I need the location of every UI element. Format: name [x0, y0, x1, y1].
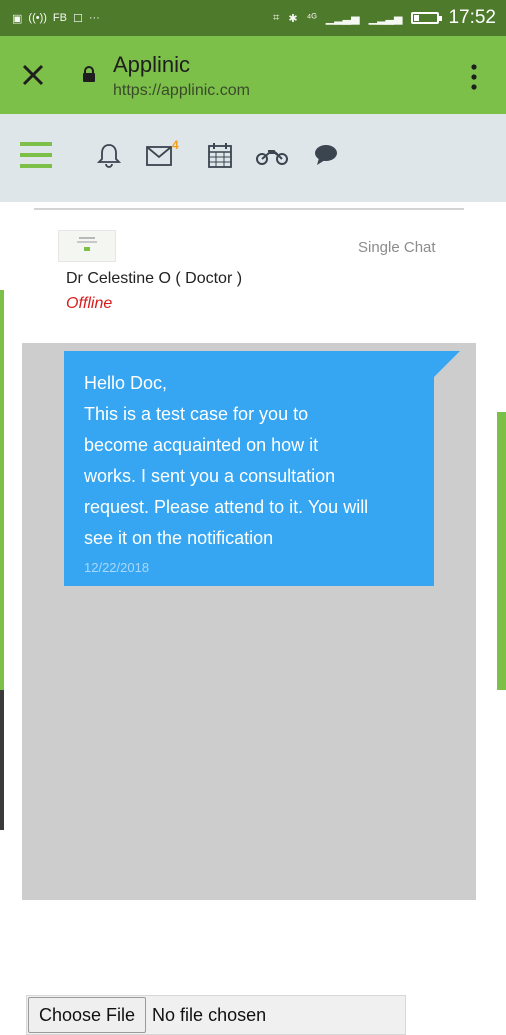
avatar-image [77, 237, 97, 251]
hamburger-menu-icon[interactable] [20, 142, 52, 168]
message-line: see it on the notification [84, 528, 274, 548]
mail-badge: 4 [172, 138, 179, 152]
messages-area[interactable]: Hello Doc, This is a test case for you t… [22, 343, 476, 1035]
status-right-icons: ⌗ ✱ ⁴ᴳ ▁▂▃▅ ▁▂▃▅ 17:52 [273, 7, 496, 29]
avatar [58, 230, 116, 262]
broadcast-icon: ((•)) [28, 12, 47, 24]
chat-bubble-icon[interactable] [314, 144, 338, 166]
left-edge-bar [0, 290, 4, 690]
site-url[interactable]: https://applinic.com [113, 82, 250, 100]
message-line: Hello Doc, [84, 373, 168, 393]
file-status: No file chosen [152, 1004, 267, 1025]
message-line: works. I sent you a consultation [84, 466, 336, 486]
message-notification-icon: ☐ [72, 12, 83, 25]
app-nav-bar: 4 [0, 114, 506, 202]
choose-file-button[interactable]: Choose File [28, 997, 147, 1033]
right-edge-bar [497, 412, 506, 690]
chat-type-label: Single Chat [358, 239, 436, 256]
clock: 17:52 [448, 7, 496, 28]
mail-icon[interactable] [146, 146, 172, 166]
bluetooth-icon: ✱ [288, 12, 298, 25]
status-bar: ▣ ((•)) FB ☐ ··· ⌗ ✱ ⁴ᴳ ▁▂▃▅ ▁▂▃▅ 17:52 [0, 0, 506, 36]
facebook-icon: FB [52, 12, 67, 24]
message-line: request. Please attend to it. You will [84, 497, 369, 517]
gallery-notification-icon: ▣ [12, 12, 23, 25]
contact-status: Offline [66, 295, 113, 312]
message-bubble-tail [432, 351, 460, 379]
more-vert-icon[interactable] [466, 62, 482, 92]
left-edge-dark-bar [0, 690, 4, 830]
contact-name: Dr Celestine O ( Doctor ) [66, 270, 243, 287]
file-input[interactable]: Choose File No file chosen [26, 995, 406, 1035]
close-icon[interactable] [18, 60, 48, 90]
nfc-icon: ⌗ [273, 11, 280, 24]
signal-strength-2-icon: ▁▂▃▅ [368, 12, 403, 25]
message-line: become acquainted on how it [84, 435, 319, 455]
battery-icon [411, 12, 443, 24]
message-line: This is a test case for you to [84, 404, 309, 424]
site-title[interactable]: Applinic [113, 52, 190, 78]
lock-icon [83, 66, 95, 82]
bell-icon[interactable] [97, 142, 121, 168]
browser-url-bar: Applinic https://applinic.com [0, 36, 506, 114]
chat-panel: Single Chat Dr Celestine O ( Doctor ) Of… [22, 202, 476, 1035]
divider [34, 208, 464, 210]
motorcycle-icon[interactable] [256, 146, 288, 166]
signal-strength-icon: ▁▂▃▅ [325, 12, 360, 25]
calendar-icon[interactable] [208, 142, 232, 168]
message-bubble: Hello Doc, This is a test case for you t… [64, 351, 434, 586]
message-date: 12/22/2018 [84, 560, 150, 575]
status-left-icons: ▣ ((•)) FB ☐ ··· [12, 12, 100, 25]
more-notifications-icon: ··· [88, 12, 100, 24]
network-type-icon: ⁴ᴳ [306, 12, 317, 24]
